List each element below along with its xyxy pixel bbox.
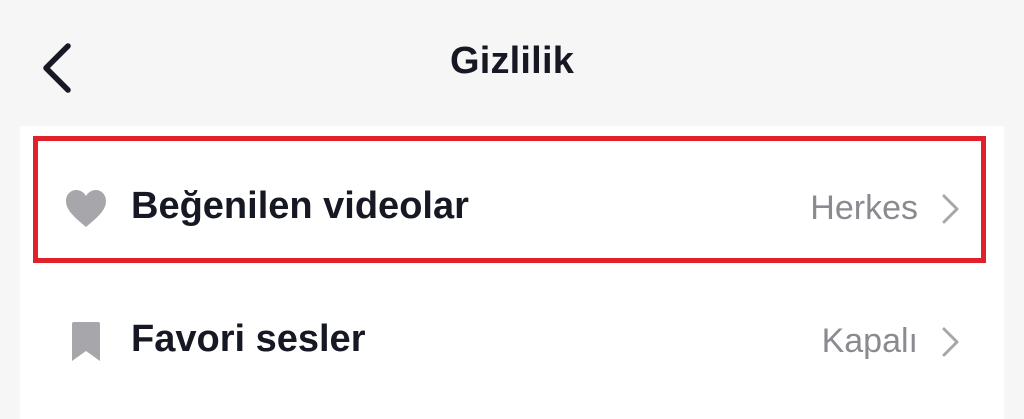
row-value: Herkes xyxy=(810,189,918,227)
row-label: Favori sesler xyxy=(131,318,366,360)
top-bar: Gizlilik xyxy=(0,0,1024,128)
chevron-right-icon xyxy=(938,191,962,227)
page-title: Gizlilik xyxy=(449,40,575,82)
heart-icon xyxy=(64,187,108,231)
settings-list: Beğenilen videolar Herkes Favori sesler … xyxy=(20,126,1004,419)
row-value: Kapalı xyxy=(821,322,918,360)
bookmark-icon xyxy=(64,320,108,364)
favorite-sounds-row[interactable]: Favori sesler Kapalı xyxy=(20,276,1004,406)
chevron-right-icon xyxy=(938,324,962,360)
liked-videos-row[interactable]: Beğenilen videolar Herkes xyxy=(20,143,1004,273)
row-label: Beğenilen videolar xyxy=(131,185,469,227)
